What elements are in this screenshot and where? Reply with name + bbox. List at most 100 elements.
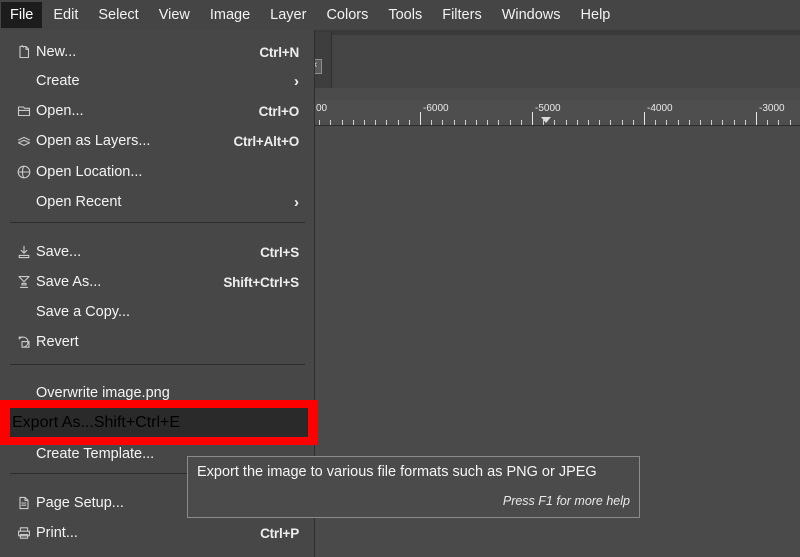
ruler-tick-minor	[666, 120, 667, 125]
menu-item-label: Revert	[36, 334, 79, 350]
menu-item-open[interactable]: Open... Ctrl+O	[0, 97, 315, 125]
ruler-tick-minor	[442, 120, 443, 125]
menubar-item-label: Edit	[53, 7, 79, 23]
menu-item-save-a-copy[interactable]: Save a Copy...	[0, 298, 315, 326]
ruler-tick-minor	[745, 120, 746, 125]
menubar-item-layer[interactable]: Layer	[261, 2, 315, 28]
menu-item-open-location[interactable]: Open Location...	[0, 158, 315, 186]
ruler-tick-minor	[342, 120, 343, 125]
menu-item-label: Create	[36, 73, 80, 89]
menu-item-save-as[interactable]: Save As... Shift+Ctrl+S	[0, 268, 315, 296]
ruler-tick-minor	[398, 120, 399, 125]
ruler-tick-major	[644, 112, 645, 125]
no-icon	[12, 193, 36, 211]
ruler-tick-minor	[734, 120, 735, 125]
menubar-item-label: Image	[209, 7, 251, 23]
menubar-item-view[interactable]: View	[150, 2, 199, 28]
ruler-tick-minor	[353, 120, 354, 125]
ruler-tick-minor	[689, 120, 690, 125]
menubar-item-colors[interactable]: Colors	[317, 2, 377, 28]
ruler-tick-minor	[375, 120, 376, 125]
ruler-tick-minor	[622, 120, 623, 125]
ruler-tick-minor	[465, 120, 466, 125]
tooltip-text: Export the image to various file formats…	[197, 464, 597, 480]
ruler-tick-major	[532, 112, 533, 125]
layers-icon	[12, 132, 36, 150]
gimp-window: × 00-6000-5000-4000-3000 FileEditSelectV…	[0, 0, 800, 557]
menubar-item-label: Select	[98, 7, 139, 23]
ruler-tick-minor	[409, 120, 410, 125]
horizontal-ruler[interactable]: 00 -6000 -5000 -4000 -3000	[315, 100, 800, 126]
menubar-item-image[interactable]: Image	[201, 2, 259, 28]
ruler-tick-minor	[633, 120, 634, 125]
ruler-tick-minor	[610, 120, 611, 125]
menubar-item-help[interactable]: Help	[572, 2, 620, 28]
menu-item-save[interactable]: Save... Ctrl+S	[0, 238, 315, 266]
ruler-tick-minor	[521, 120, 522, 125]
menu-item-label: Save As...	[36, 274, 102, 290]
ruler-position-marker	[541, 117, 551, 123]
ruler-tick-minor	[577, 120, 578, 125]
open-folder-icon	[12, 102, 36, 120]
ruler-tick-minor	[700, 120, 701, 125]
menu-separator	[10, 222, 305, 223]
menubar-item-label: Windows	[501, 7, 561, 23]
menu-item-label: Open as Layers...	[36, 133, 151, 149]
menu-item-label: New...	[36, 44, 77, 60]
save-icon	[12, 243, 36, 261]
ruler-tick-minor	[487, 120, 488, 125]
menu-item-label: Overwrite image.png	[36, 385, 170, 401]
menu-item-label: Save a Copy...	[36, 304, 131, 320]
menu-item-open-as-layers[interactable]: Open as Layers... Ctrl+Alt+O	[0, 127, 315, 155]
menu-item-label: Open Location...	[36, 164, 143, 180]
menu-item-accelerator: Shift+Ctrl+E	[93, 413, 181, 431]
new-file-icon	[12, 43, 36, 61]
menu-bar: File Edit Select View Image Layer Colors Tools F…	[0, 0, 800, 30]
ruler-label: 00	[316, 103, 328, 114]
ruler-tick-minor	[722, 120, 723, 125]
menu-item-accelerator: Ctrl+S	[260, 244, 299, 260]
menu-item-print[interactable]: Print... Ctrl+P	[0, 519, 315, 547]
chevron-right-icon: ›	[294, 72, 299, 90]
menu-item-new[interactable]: New... Ctrl+N	[0, 38, 315, 66]
menu-item-open-recent[interactable]: Open Recent ›	[0, 188, 315, 216]
ruler-tick-minor	[711, 120, 712, 125]
globe-icon	[12, 163, 36, 181]
menu-item-revert[interactable]: Revert	[0, 328, 315, 356]
ruler-label: -3000	[759, 103, 785, 114]
menubar-item-select[interactable]: Select	[89, 2, 147, 28]
chevron-right-icon: ›	[294, 193, 299, 211]
tooltip: Export the image to various file formats…	[187, 456, 640, 518]
no-icon	[12, 445, 36, 463]
menubar-item-label: File	[10, 7, 34, 23]
annotation-highlight-box: Export As... Shift+Ctrl+E	[0, 400, 318, 445]
menubar-item-filters[interactable]: Filters	[433, 2, 490, 28]
ruler-label: -4000	[647, 103, 673, 114]
menubar-item-windows[interactable]: Windows	[493, 2, 570, 28]
menu-item-accelerator: Ctrl+P	[260, 525, 299, 541]
menubar-item-edit[interactable]: Edit	[44, 2, 87, 28]
menu-item-accelerator: Ctrl+Alt+O	[233, 133, 299, 149]
menu-item-label: Save...	[36, 244, 82, 260]
ruler-tick-minor	[476, 120, 477, 125]
ruler-tick-minor	[778, 120, 779, 125]
menu-item-create[interactable]: Create ›	[0, 67, 315, 95]
menu-item-label: Open Recent	[36, 194, 122, 210]
ruler-label: -6000	[423, 103, 449, 114]
menu-item-accelerator: Ctrl+O	[258, 103, 300, 119]
ruler-tick-minor	[554, 120, 555, 125]
printer-icon	[12, 524, 36, 542]
menu-item-label: Export As...	[12, 413, 94, 431]
no-icon	[12, 72, 36, 90]
ruler-tick-major	[756, 112, 757, 125]
menubar-item-label: Colors	[326, 7, 369, 23]
menubar-item-label: Help	[580, 7, 611, 23]
revert-icon	[12, 333, 36, 351]
ruler-tick-minor	[790, 120, 791, 125]
menubar-item-tools[interactable]: Tools	[379, 2, 431, 28]
menu-item-export-as[interactable]: Export As... Shift+Ctrl+E	[10, 408, 308, 437]
menubar-item-file[interactable]: File	[1, 2, 43, 28]
save-as-icon	[12, 273, 36, 291]
ruler-tick-minor	[678, 120, 679, 125]
no-icon	[12, 303, 36, 321]
